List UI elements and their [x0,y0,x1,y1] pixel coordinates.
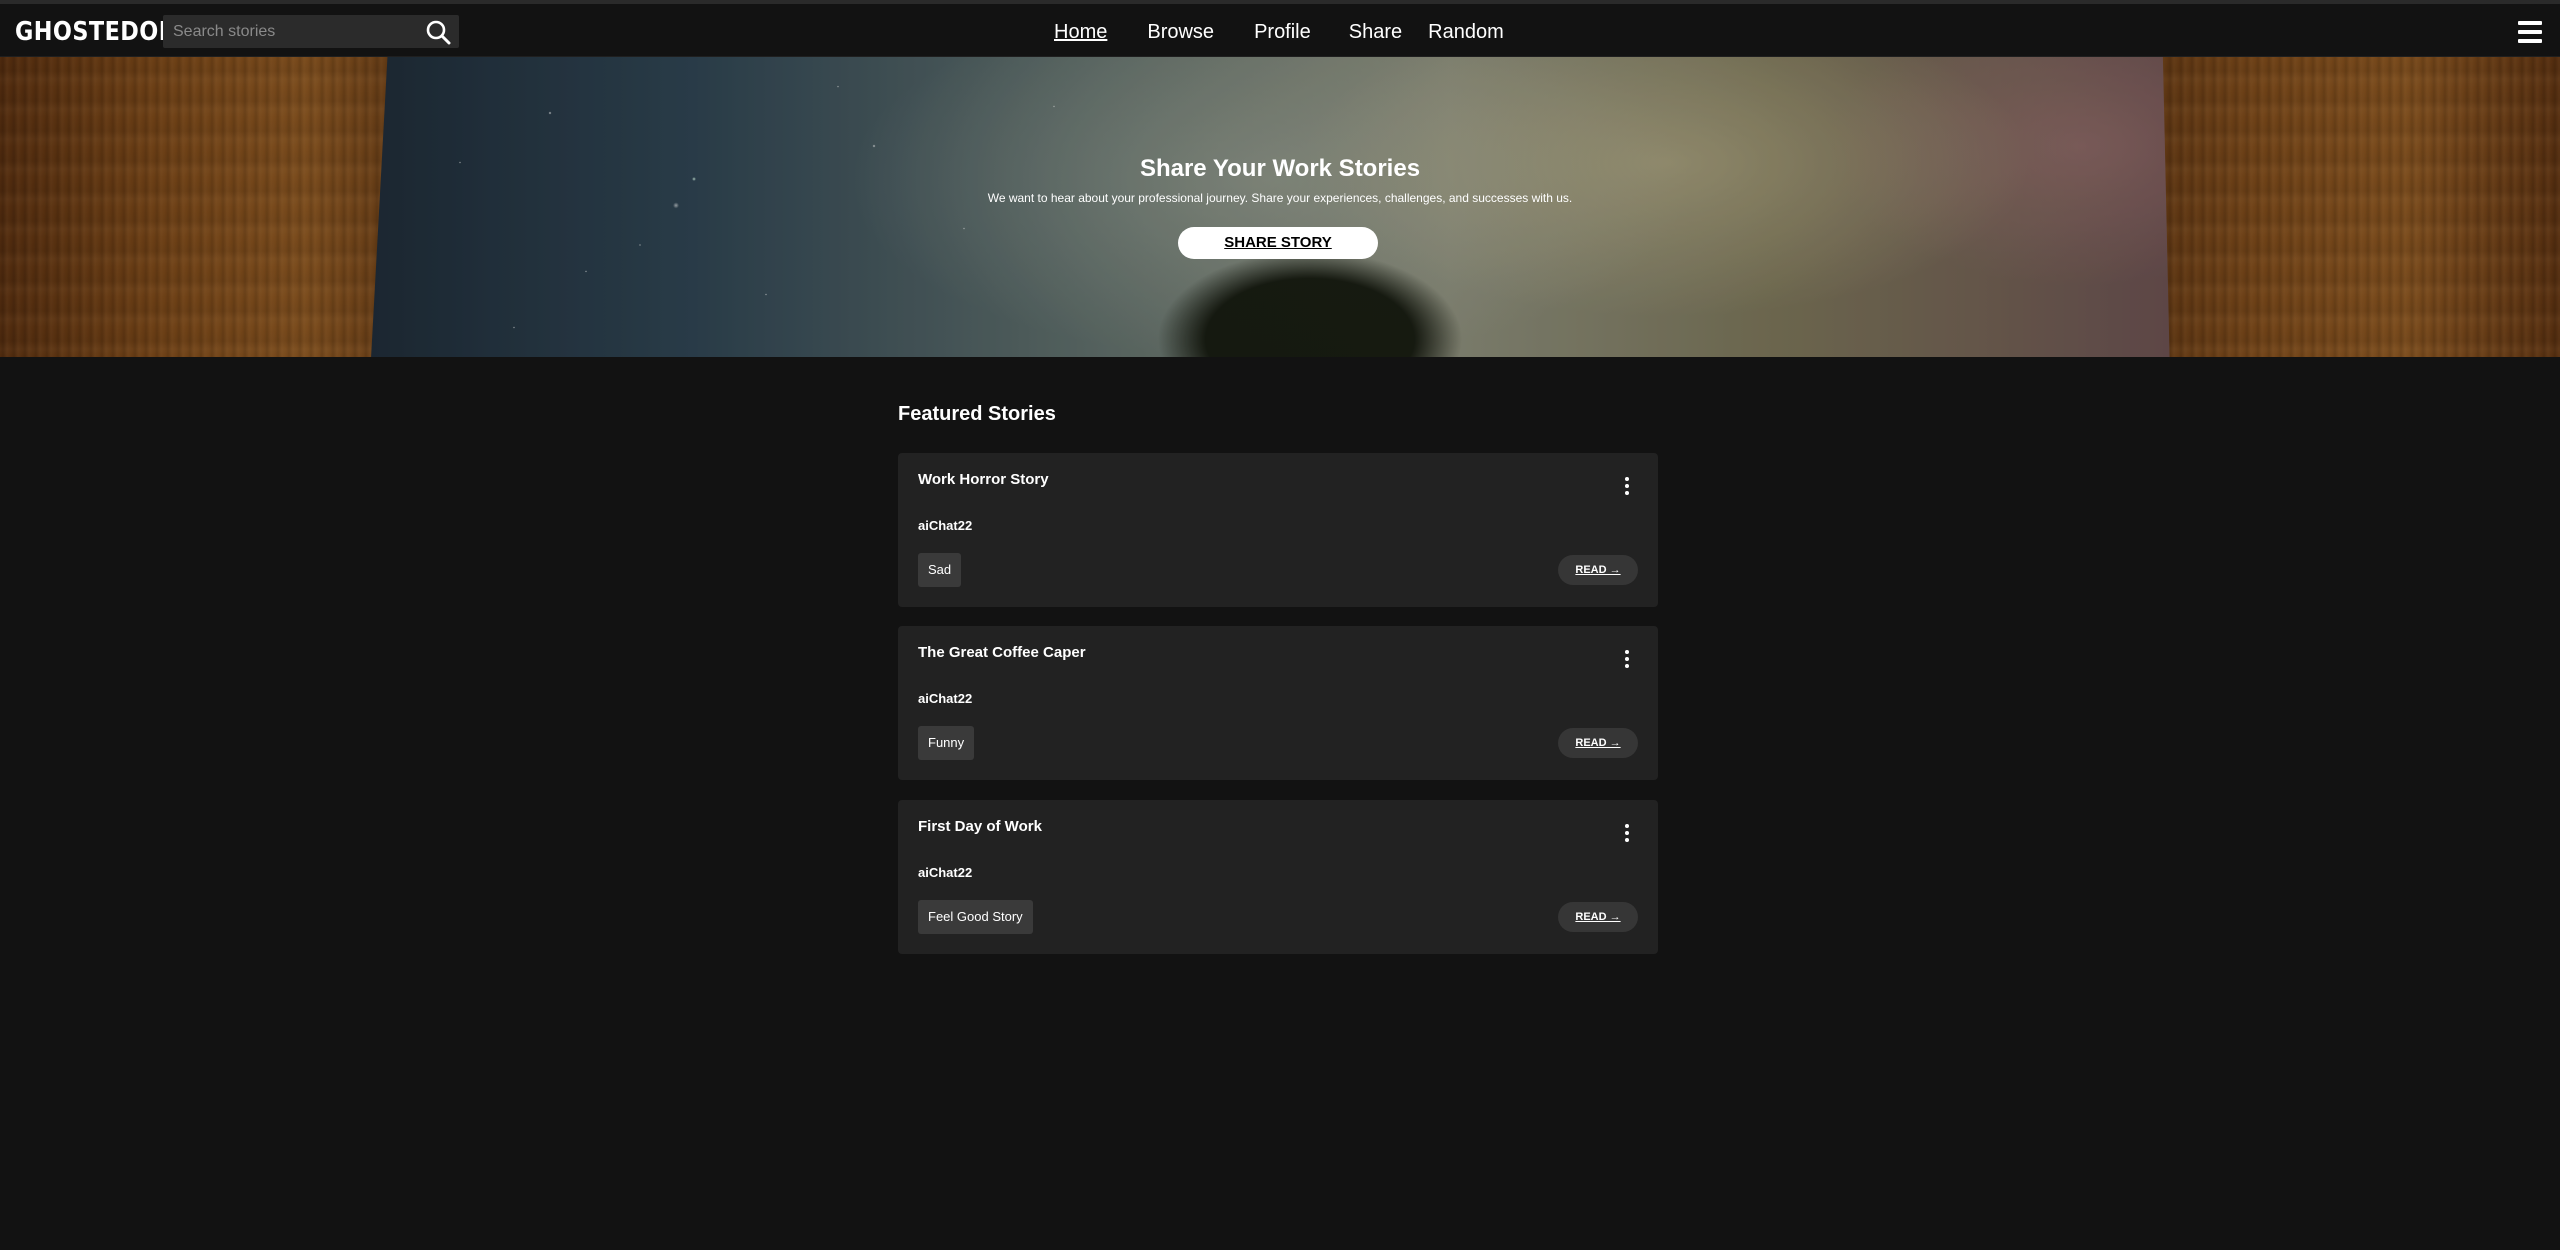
search-bar [163,15,459,48]
nav-profile-link[interactable]: Profile [1254,20,1311,44]
story-title[interactable]: Work Horror Story [918,471,1049,489]
story-card: The Great Coffee Caper aiChat22 Funny RE… [898,626,1658,780]
search-icon[interactable] [425,19,451,45]
share-story-button[interactable]: SHARE STORY [1178,227,1378,259]
story-card: First Day of Work aiChat22 Feel Good Sto… [898,800,1658,954]
search-input[interactable] [163,15,413,48]
nav-browse-link[interactable]: Browse [1147,20,1214,44]
more-options-icon[interactable] [1624,477,1630,497]
read-button[interactable]: READ → [1558,555,1638,585]
nav-home-link[interactable]: Home [1054,20,1107,44]
story-title[interactable]: The Great Coffee Caper [918,644,1086,662]
story-author[interactable]: aiChat22 [918,691,972,707]
story-card: Work Horror Story aiChat22 Sad READ → [898,453,1658,607]
hamburger-menu-icon[interactable] [2518,21,2542,43]
nav-random-link[interactable]: Random [1428,20,1504,44]
read-button[interactable]: READ → [1558,902,1638,932]
hero-title: Share Your Work Stories [1139,155,1421,182]
story-title[interactable]: First Day of Work [918,818,1042,836]
hero-subtitle: We want to hear about your professional … [987,191,1573,205]
story-tag: Funny [918,726,975,760]
main-nav: Home Browse Profile Share Random [1054,20,1504,44]
more-options-icon[interactable] [1624,824,1630,844]
hero-banner: Share Your Work Stories We want to hear … [0,57,2560,357]
read-button[interactable]: READ → [1558,728,1638,758]
story-tag: Feel Good Story [918,900,1033,934]
story-tag: Sad [918,553,962,587]
more-options-icon[interactable] [1624,650,1630,670]
nav-share-link[interactable]: Share [1349,20,1402,44]
site-logo[interactable]: GHOSTEDON [15,17,178,47]
story-author[interactable]: aiChat22 [918,865,972,881]
top-navbar: GHOSTEDON Home Browse Profile Share Rand… [0,0,2560,57]
story-author[interactable]: aiChat22 [918,518,972,534]
featured-stories-heading: Featured Stories [898,403,1056,425]
